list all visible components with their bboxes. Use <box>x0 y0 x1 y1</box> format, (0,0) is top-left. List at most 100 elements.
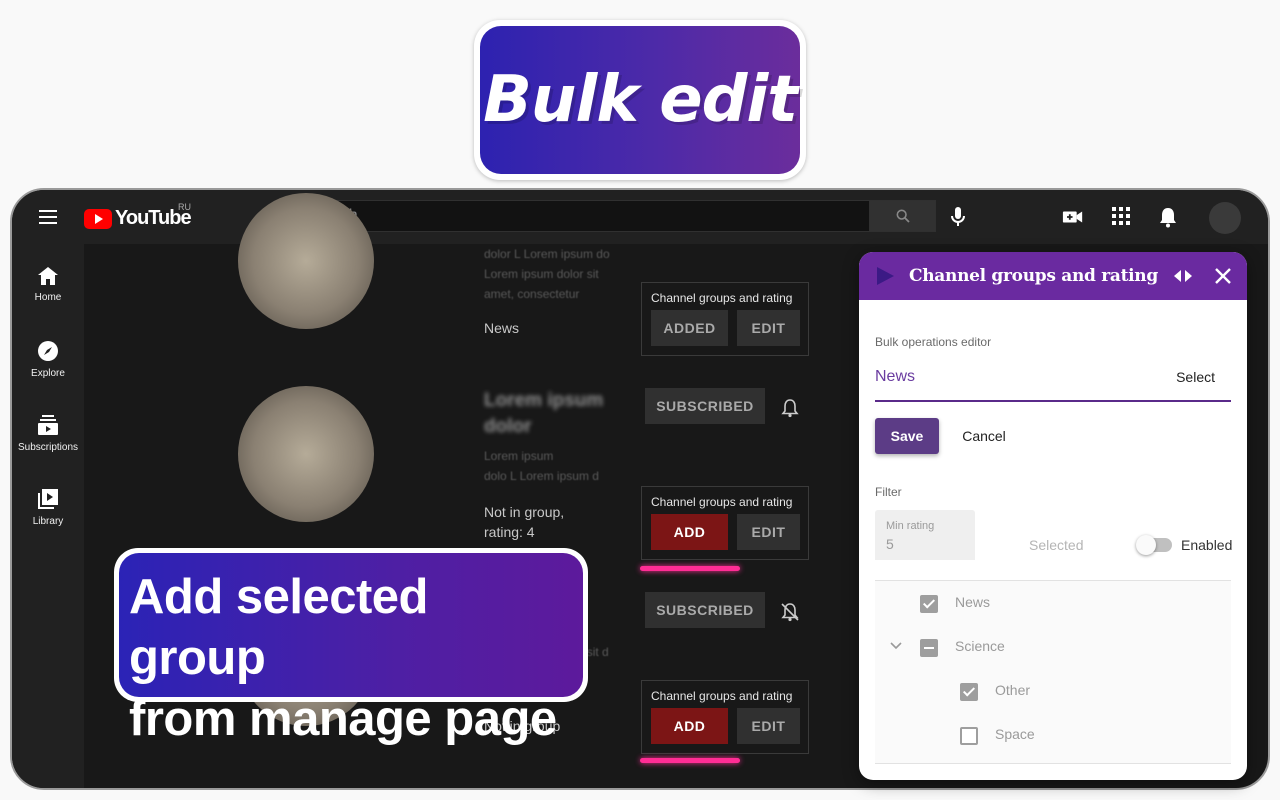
microphone-icon <box>951 207 965 226</box>
feature-callout-inner: Add selected group from manage page <box>119 553 583 746</box>
channel-groups-title: Channel groups and rating <box>651 495 793 509</box>
min-rating-input[interactable]: Min rating 5 <box>875 510 975 560</box>
channel-groups-box: Channel groups and rating ADD EDIT <box>641 680 809 754</box>
left-nav: Home Explore Subscriptions Library <box>12 244 84 788</box>
add-button[interactable]: ADD <box>651 514 728 550</box>
bulk-editor-label: Bulk operations editor <box>875 335 992 349</box>
subscriptions-icon <box>38 415 58 435</box>
checkbox-checked[interactable] <box>920 595 938 613</box>
search-icon <box>896 209 910 223</box>
nav-item-library[interactable]: Library <box>12 488 84 527</box>
bell-icon <box>1160 208 1176 228</box>
edit-button[interactable]: EDIT <box>737 310 800 346</box>
nav-label: Subscriptions <box>17 442 79 453</box>
close-panel-button[interactable] <box>1214 267 1232 290</box>
tree-item-label: Space <box>995 726 1035 742</box>
channel-group-status: News <box>484 320 520 336</box>
notification-bell-button[interactable] <box>780 398 800 423</box>
panel-title: Channel groups and rating <box>909 266 1158 286</box>
expand-panel-button[interactable] <box>1173 268 1193 289</box>
channel-avatar[interactable] <box>238 193 374 329</box>
subscribed-button[interactable]: SUBSCRIBED <box>645 592 765 628</box>
checkbox-checked[interactable] <box>960 683 978 701</box>
selected-filter-label[interactable]: Selected <box>1029 537 1083 553</box>
add-button[interactable]: ADD <box>651 708 728 744</box>
search-button[interactable] <box>870 200 936 232</box>
channel-avatar[interactable] <box>238 386 374 522</box>
highlight-underline <box>640 758 740 763</box>
bell-off-icon <box>781 603 799 622</box>
banner-title: Bulk edit <box>483 63 798 137</box>
feature-callout: Add selected group from manage page <box>114 548 588 746</box>
tree-item-news[interactable]: News <box>875 581 1231 625</box>
bell-outline-icon <box>781 399 799 418</box>
nav-label: Home <box>34 292 62 303</box>
panel-header: Channel groups and rating <box>859 252 1247 300</box>
youtube-logo[interactable]: YouTube RU <box>84 202 192 230</box>
create-video-button[interactable] <box>1062 206 1084 233</box>
channel-title[interactable]: Lorem ipsum dolor <box>484 388 603 440</box>
close-icon <box>1215 268 1231 284</box>
compass-icon <box>38 341 58 361</box>
title-banner-inner: Bulk edit <box>480 26 800 174</box>
home-icon <box>38 267 58 285</box>
edit-button[interactable]: EDIT <box>737 708 800 744</box>
chevron-down-icon[interactable] <box>889 639 903 653</box>
checkbox-unchecked[interactable] <box>960 727 978 745</box>
channel-groups-title: Channel groups and rating <box>651 689 793 703</box>
group-select-value: News <box>875 368 916 385</box>
search-input[interactable] <box>294 200 870 232</box>
channel-groups-box: Channel groups and rating ADD EDIT <box>641 486 809 560</box>
channel-groups-title: Channel groups and rating <box>651 291 793 305</box>
apps-grid-icon <box>1112 207 1130 225</box>
callout-line-2: from manage page <box>129 692 557 746</box>
youtube-play-icon <box>84 208 112 229</box>
tree-item-label: Science <box>955 638 1005 654</box>
notifications-button[interactable] <box>1158 206 1178 233</box>
subscribed-button[interactable]: SUBSCRIBED <box>645 388 765 424</box>
nav-item-subscriptions[interactable]: Subscriptions <box>12 414 84 453</box>
tree-item-science[interactable]: Science <box>875 625 1231 669</box>
channel-group-status: Not in group, rating: 4 <box>484 504 565 540</box>
notification-off-button[interactable] <box>780 602 800 627</box>
nav-label: Explore <box>31 368 65 379</box>
checkbox-indeterminate[interactable] <box>920 639 938 657</box>
edit-button[interactable]: EDIT <box>737 514 800 550</box>
voice-search-button[interactable] <box>948 206 968 233</box>
nav-label: Library <box>32 516 64 527</box>
added-button[interactable]: ADDED <box>651 310 728 346</box>
min-rating-value: 5 <box>886 536 894 552</box>
enabled-toggle[interactable] <box>1136 535 1172 555</box>
channel-groups-panel: Channel groups and rating Bulk operation… <box>859 252 1247 780</box>
tree-item-space[interactable]: Space <box>875 713 1231 757</box>
cancel-button[interactable]: Cancel <box>947 418 1021 454</box>
callout-line-1: Add selected group <box>129 570 428 685</box>
account-avatar[interactable] <box>1209 202 1241 234</box>
expand-horizontal-icon <box>1174 270 1192 282</box>
library-icon <box>38 489 58 509</box>
yt-header: YouTube RU <box>12 190 1268 244</box>
video-camera-plus-icon <box>1062 211 1083 223</box>
apps-button[interactable] <box>1111 206 1131 231</box>
title-banner: Bulk edit <box>474 20 806 180</box>
search-bar <box>294 200 936 232</box>
tree-item-label: Other <box>995 682 1031 698</box>
channel-description: dolor L Lorem ipsum do Lorem ipsum dolor… <box>484 247 610 301</box>
nav-item-home[interactable]: Home <box>12 266 84 303</box>
tree-item-other[interactable]: Other <box>875 669 1231 713</box>
channel-description: Lorem ipsum dolo L Lorem ipsum d <box>484 449 599 483</box>
play-logo-icon <box>877 267 894 285</box>
channel-groups-box: Channel groups and rating ADDED EDIT <box>641 282 809 356</box>
nav-item-explore[interactable]: Explore <box>12 340 84 379</box>
tree-item-label: News <box>955 594 991 610</box>
group-select-button[interactable]: Select <box>1176 369 1215 385</box>
enabled-toggle-label: Enabled <box>1181 537 1233 553</box>
min-rating-label: Min rating <box>886 520 935 532</box>
hamburger-menu-icon[interactable] <box>39 210 57 224</box>
save-button[interactable]: Save <box>875 418 939 454</box>
region-code: RU <box>178 202 191 212</box>
highlight-underline <box>640 566 740 571</box>
filter-label: Filter <box>875 485 902 499</box>
group-select-field[interactable]: News Select <box>875 360 1231 402</box>
group-tree: News Science Other Space <box>875 580 1231 764</box>
